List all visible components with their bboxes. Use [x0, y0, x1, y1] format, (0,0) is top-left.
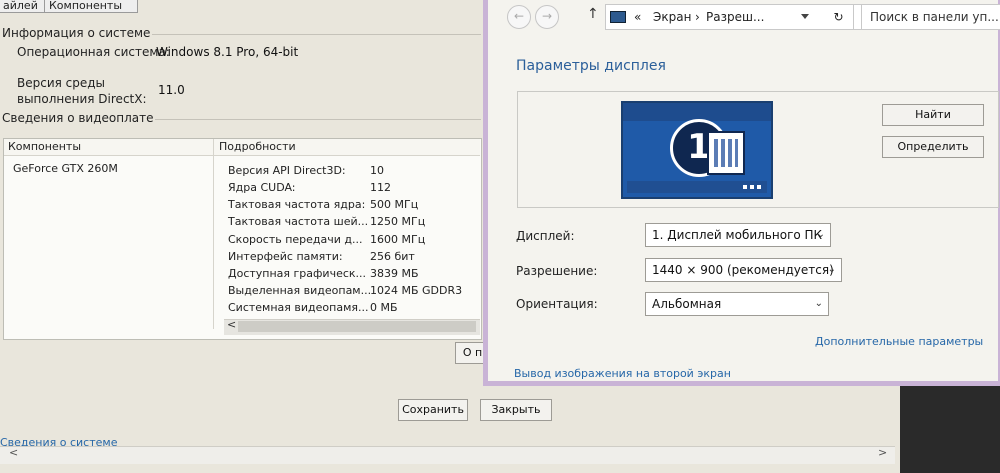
tab-components[interactable]: Компоненты — [44, 0, 138, 13]
breadcrumb-prefix: « — [634, 10, 642, 24]
os-label: Операционная система: — [17, 45, 170, 59]
component-gpu-name[interactable]: GeForce GTX 260M — [13, 162, 118, 175]
up-button[interactable]: ↑ — [587, 6, 599, 22]
directx-label-line1: Версия среды — [17, 76, 106, 90]
detail-row-label: Версия API Direct3D: — [228, 164, 346, 177]
display-select[interactable]: 1. Дисплей мобильного ПК ⌄ — [645, 223, 831, 247]
orientation-label: Ориентация: — [516, 297, 598, 311]
display-label: Дисплей: — [516, 229, 575, 243]
resolution-label: Разрешение: — [516, 264, 598, 278]
directx-value: 11.0 — [158, 83, 185, 97]
search-placeholder: Поиск в панели уп... — [870, 10, 999, 24]
system-info-title: Информация о системе — [0, 26, 153, 40]
chevron-down-icon: ⌄ — [827, 264, 836, 275]
tab-display-label: айлей — [3, 0, 38, 12]
detail-row-value: 112 — [370, 181, 391, 194]
page-horizontal-scrollbar[interactable] — [0, 446, 895, 464]
detail-row-value: 10 — [370, 164, 384, 177]
tab-display[interactable]: айлей — [0, 0, 48, 13]
back-button[interactable]: ← — [507, 5, 531, 29]
monitor-dot — [757, 185, 761, 189]
chevron-down-icon: ⌄ — [814, 298, 823, 309]
detail-row-value: 1250 МГц — [370, 215, 426, 228]
detail-row-label: Тактовая частота шей... — [228, 215, 369, 228]
find-button-label: Найти — [915, 108, 951, 121]
monitor-1-tile[interactable]: 1 — [621, 101, 773, 199]
monitor-grid-cells — [714, 139, 738, 167]
forward-button[interactable]: → — [535, 5, 559, 29]
page-scroll-right-arrow-icon[interactable]: > — [878, 446, 887, 459]
refresh-icon: ↻ — [833, 10, 844, 24]
detail-row-value: 500 МГц — [370, 198, 419, 211]
address-dropdown-icon[interactable] — [801, 14, 809, 19]
scroll-left-arrow-icon[interactable]: < — [227, 318, 236, 331]
detail-row-label: Интерфейс памяти: — [228, 250, 343, 263]
advanced-settings-link[interactable]: Дополнительные параметры — [815, 335, 983, 348]
detail-row-value: 3839 МБ — [370, 267, 419, 280]
detail-row-label: Выделенная видеопам... — [228, 284, 372, 297]
up-arrow-icon: ↑ — [587, 6, 599, 22]
breadcrumb-separator: › — [695, 10, 700, 24]
forward-arrow-icon: → — [541, 9, 553, 23]
orientation-select[interactable]: Альбомная ⌄ — [645, 292, 829, 316]
identify-button-label: Определить — [897, 140, 969, 153]
page-title: Параметры дисплея — [516, 58, 666, 74]
detail-row-value: 0 МБ — [370, 301, 398, 314]
monitor-dot — [743, 185, 747, 189]
os-value: Windows 8.1 Pro, 64-bit — [156, 45, 299, 59]
resolution-select[interactable]: 1440 × 900 (рекомендуется) ⌄ — [645, 258, 842, 282]
chevron-down-icon: ⌄ — [816, 229, 825, 240]
resolution-select-value: 1440 × 900 (рекомендуется) — [652, 263, 834, 277]
display-settings-content: ← → ↑ « Экран › Разреш... ↻ Поиск в пане… — [488, 0, 1000, 381]
monitor-grid-icon — [707, 131, 745, 175]
detail-row-label: Тактовая частота ядра: — [228, 198, 366, 211]
scrollbar-thumb[interactable] — [238, 321, 476, 332]
detail-row-label: Скорость передачи д... — [228, 233, 363, 246]
display-settings-window: ← → ↑ « Экран › Разреш... ↻ Поиск в пане… — [483, 0, 1000, 386]
col-components-header[interactable]: Компоненты — [8, 140, 81, 153]
orientation-select-value: Альбомная — [652, 297, 722, 311]
second-screen-link[interactable]: Вывод изображения на второй экран — [514, 367, 731, 380]
detail-row-label: Системная видеопамя... — [228, 301, 369, 314]
detail-row-label: Ядра CUDA: — [228, 181, 296, 194]
column-divider[interactable] — [213, 139, 214, 329]
detail-row-value: 1024 МБ GDDR3 — [370, 284, 463, 297]
save-button-label: Сохранить — [402, 403, 464, 416]
monitor-taskbar — [627, 181, 767, 193]
tab-components-label: Компоненты — [49, 0, 123, 12]
find-button[interactable]: Найти — [882, 104, 984, 126]
col-details-header[interactable]: Подробности — [219, 140, 296, 153]
save-button[interactable]: Сохранить — [398, 399, 468, 421]
breadcrumb-resolution[interactable]: Разреш... — [706, 5, 764, 29]
close-button-label: Закрыть — [491, 403, 541, 416]
detail-row-label: Доступная графическ... — [228, 267, 367, 280]
identify-button[interactable]: Определить — [882, 136, 984, 158]
control-panel-icon — [610, 11, 626, 23]
breadcrumb-screen[interactable]: Экран — [653, 5, 691, 29]
search-input[interactable]: Поиск в панели уп... — [861, 4, 1000, 30]
detail-row-value: 1600 МГц — [370, 233, 426, 246]
close-button[interactable]: Закрыть — [480, 399, 552, 421]
monitor-dot — [750, 185, 754, 189]
display-select-value: 1. Дисплей мобильного ПК — [652, 228, 823, 242]
video-info-title: Сведения о видеоплате — [0, 111, 156, 125]
directx-label-line2: выполнения DirectX: — [17, 92, 147, 106]
page-scroll-left-arrow-icon[interactable]: < — [9, 446, 18, 459]
back-arrow-icon: ← — [513, 9, 525, 23]
detail-row-value: 256 бит — [370, 250, 415, 263]
refresh-button[interactable]: ↻ — [824, 4, 854, 30]
